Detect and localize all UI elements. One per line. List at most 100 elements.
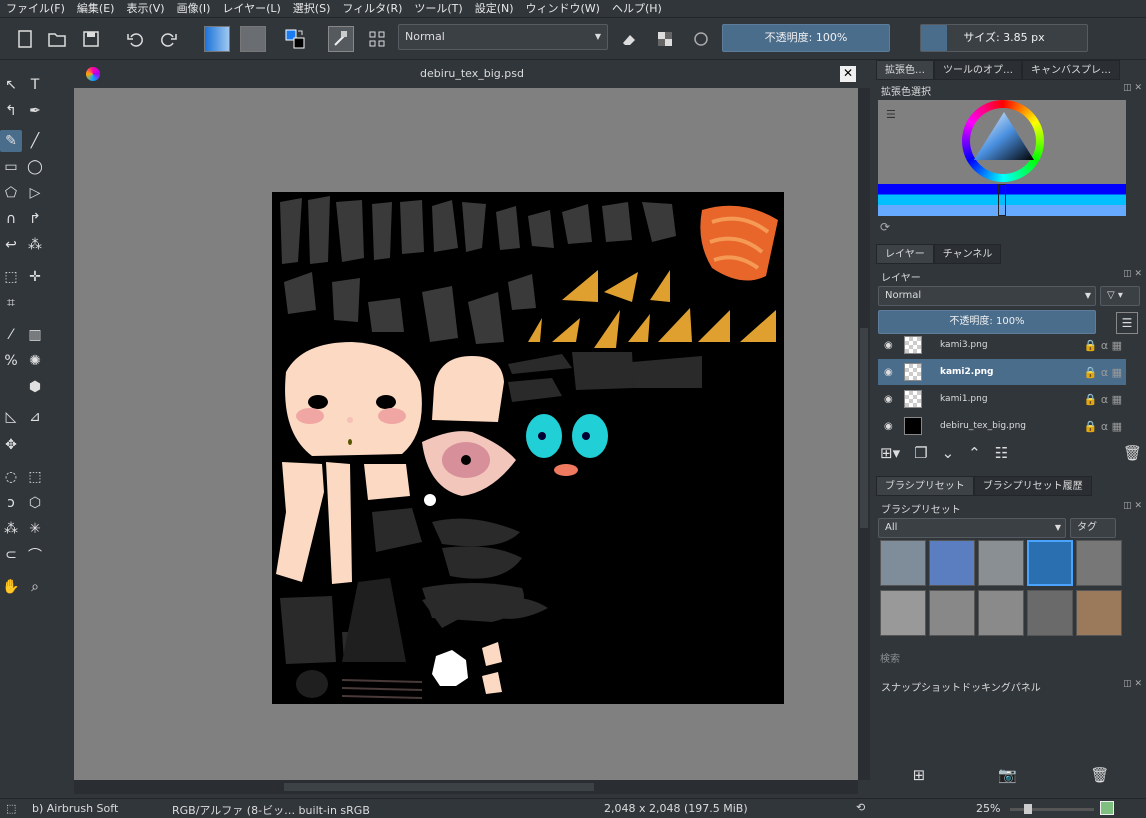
gradient-preset-button[interactable] [204,26,230,52]
zoom-tool-icon[interactable]: ⌕ [24,576,46,598]
layer-row[interactable]: ◉ kami3.png 🔒 α ▦ [878,332,1126,358]
layer-lock-icon[interactable]: 🔒 α ▦ [1084,393,1122,406]
visibility-eye-icon[interactable]: ◉ [884,367,893,378]
menu-item[interactable]: 設定(N) [469,0,520,17]
contiguous-select-icon[interactable]: ✳ [24,518,46,540]
pattern-preset-button[interactable] [240,26,266,52]
eraser-mode-icon[interactable] [616,26,642,52]
dock-controls-icon[interactable]: ◫ ✕ [1123,269,1142,279]
menu-item[interactable]: 選択(S) [287,0,337,17]
brush-tag-select[interactable]: タグ [1070,518,1116,538]
bezier-tool-icon[interactable]: ∩ [0,208,22,230]
gradient-tool-icon[interactable]: ▥ [24,324,46,346]
layer-properties-icon[interactable]: ☰ [1116,312,1138,334]
multibrush-icon[interactable]: ⁂ [24,234,46,256]
brush-preset-tile[interactable] [978,540,1024,586]
brush-preset-tile[interactable] [880,540,926,586]
tab-layers[interactable]: レイヤー [876,244,934,264]
color-pick-icon[interactable] [1100,801,1114,815]
zoom-slider[interactable] [1010,804,1094,814]
layer-filter-button[interactable]: ▽ ▾ [1100,286,1140,306]
rectangle-tool-icon[interactable]: ▭ [0,156,22,178]
assistant-tool-icon[interactable]: % [0,350,22,372]
reload-preset-icon[interactable] [688,26,714,52]
move-layer-down-icon[interactable]: ⌄ [942,444,955,466]
dynamic-brush-icon[interactable]: ↩ [0,234,22,256]
dock-controls-icon[interactable]: ◫ ✕ [1123,679,1142,689]
color-selector[interactable]: ☰ [878,100,1126,186]
brush-preset-tile[interactable] [929,540,975,586]
rect-select-icon[interactable]: ⬚ [24,466,46,488]
similar-select-icon[interactable]: ⁂ [0,518,22,540]
layer-row[interactable]: ◉ debiru_tex_big.png 🔒 α ▦ [878,413,1126,439]
brush-preset-tile[interactable] [929,590,975,636]
open-document-icon[interactable] [44,26,70,52]
refresh-icon[interactable]: ⟳ [880,220,890,234]
brush-filter-select[interactable]: All ▼ [878,518,1066,538]
polygon-select-icon[interactable]: ⬡ [24,492,46,514]
reference-tool-icon[interactable]: ⊿ [24,406,46,428]
move-tool-icon[interactable]: ✛ [24,266,46,288]
bezier-select-icon[interactable]: ⌒ [24,544,46,566]
blend-mode-select[interactable]: Normal ▼ [398,24,608,50]
transform-tool-icon[interactable]: ⬚ [0,266,22,288]
color-triangle[interactable] [974,112,1034,162]
tab-brush-presets[interactable]: ブラシプリセット [876,476,974,496]
line-tool-icon[interactable]: ╱ [24,130,46,152]
camera-icon[interactable]: 📷 [998,766,1017,796]
vertical-scroll-thumb[interactable] [860,328,868,528]
polygon-tool-icon[interactable]: ⬠ [0,182,22,204]
layer-opacity-slider[interactable]: 不透明度: 100% [878,310,1096,334]
horizontal-scroll-thumb[interactable] [284,783,594,791]
delete-layer-icon[interactable]: 🗑 [1123,444,1142,466]
tab-canvas-preview[interactable]: キャンバスプレ… [1022,60,1120,80]
ellipse-select-icon[interactable]: ◌ [0,466,22,488]
magnetic-select-icon[interactable]: ⊂ [0,544,22,566]
freehand-brush-icon[interactable]: ✎ [0,130,22,152]
calligraphy-icon[interactable]: ✒ [24,100,46,122]
dock-controls-icon[interactable]: ◫ ✕ [1123,501,1142,511]
freehand-path-icon[interactable]: ↱ [24,208,46,230]
color-sliders[interactable] [878,184,1126,216]
brush-preset-tile[interactable] [1076,590,1122,636]
visibility-eye-icon[interactable]: ◉ [884,340,893,351]
crop-tool-icon[interactable]: ⌗ [0,292,22,314]
menu-item[interactable]: 表示(V) [120,0,170,17]
color-slider-handle[interactable] [998,184,1006,216]
freehand-select-icon[interactable]: ↄ [0,492,22,514]
new-document-icon[interactable] [12,26,38,52]
tab-brush-history[interactable]: ブラシプリセット履歴 [973,476,1092,496]
visibility-eye-icon[interactable]: ◉ [884,421,893,432]
canvas-horizontal-scrollbar[interactable] [74,780,858,794]
add-layer-icon[interactable]: ⊞▾ [880,444,900,466]
size-slider[interactable]: サイズ: 3.85 px [920,24,1088,52]
hand-tool-icon[interactable]: ✋ [0,576,22,598]
pan-tool-icon[interactable]: ✥ [0,434,22,456]
brush-preset-tile[interactable] [978,590,1024,636]
fill-tool-icon[interactable]: ⬢ [24,376,46,398]
tab-channels[interactable]: チャンネル [933,244,1002,264]
menu-item[interactable]: 編集(E) [71,0,121,17]
layer-row[interactable]: ◉ kami1.png 🔒 α ▦ [878,386,1126,412]
layer-lock-icon[interactable]: 🔒 α ▦ [1084,420,1122,433]
text-tool-icon[interactable]: T [24,74,46,96]
polyline-tool-icon[interactable]: ▷ [24,182,46,204]
visibility-eye-icon[interactable]: ◉ [884,394,893,405]
rotate-canvas-icon[interactable]: ⟲ [856,801,865,814]
brush-preset-tile[interactable] [1027,590,1073,636]
selection-mode-icon[interactable]: ⬚ [6,802,16,815]
workspace-grid-icon[interactable] [364,26,390,52]
menu-item[interactable]: ファイル(F) [0,0,71,17]
layer-lock-icon[interactable]: 🔒 α ▦ [1084,339,1122,352]
canvas-vertical-scrollbar[interactable] [858,88,870,780]
move-layer-up-icon[interactable]: ⌃ [968,444,981,466]
redo-icon[interactable] [156,26,182,52]
tab-tool-options[interactable]: ツールのオプ… [934,60,1022,80]
menu-item[interactable]: ツール(T) [408,0,468,17]
menu-item[interactable]: ウィンドウ(W) [520,0,606,17]
layer-row[interactable]: ◉ kami2.png 🔒 α ▦ [878,359,1126,385]
color-swatches-icon[interactable] [282,26,308,52]
ellipse-tool-icon[interactable]: ◯ [24,156,46,178]
duplicate-layer-icon[interactable]: ❐ [914,444,927,466]
close-document-icon[interactable]: ✕ [840,66,856,82]
